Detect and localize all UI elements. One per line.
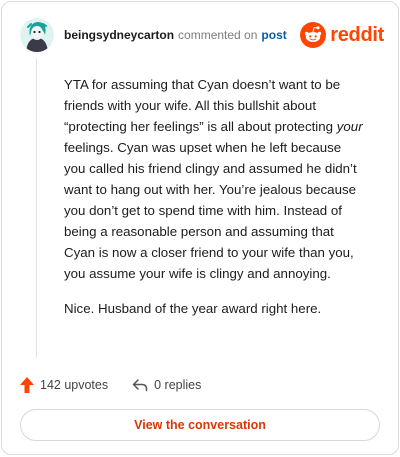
- reddit-wordmark: reddit: [330, 23, 384, 46]
- replies-button[interactable]: 0 replies: [132, 378, 201, 392]
- upvote-arrow-icon: [20, 377, 34, 393]
- thread-line: [36, 58, 37, 358]
- comment-paragraph: Nice. Husband of the year award right he…: [64, 301, 322, 316]
- reddit-brand[interactable]: reddit: [300, 22, 384, 48]
- comment-emphasis: your: [336, 119, 363, 134]
- embedded-comment-card: beingsydneycarton commented on post redd…: [1, 1, 399, 455]
- comment-header: beingsydneycarton commented on post redd…: [20, 18, 384, 52]
- user-avatar[interactable]: [20, 18, 54, 52]
- comment-actions: 142 upvotes 0 replies: [20, 374, 201, 396]
- post-link[interactable]: post: [261, 28, 286, 42]
- reply-count: 0 replies: [154, 378, 202, 392]
- reddit-snoo-icon: [300, 22, 327, 48]
- comment-paragraph: YTA for assuming that Cyan doesn’t want …: [64, 74, 364, 284]
- comment-text: YTA for assuming that Cyan doesn’t want …: [64, 77, 341, 134]
- upvote-count: 142 upvotes: [40, 378, 109, 392]
- username-link[interactable]: beingsydneycarton: [64, 28, 174, 42]
- reply-arrow-icon: [132, 379, 148, 392]
- comment-text: feelings. Cyan was upset when he left be…: [64, 140, 357, 281]
- comment-meta: beingsydneycarton commented on post: [64, 28, 287, 42]
- avatar-image: [20, 18, 54, 52]
- commented-on-text: commented on: [178, 28, 258, 42]
- upvote-button[interactable]: 142 upvotes: [20, 377, 108, 393]
- view-conversation-button[interactable]: View the conversation: [20, 409, 380, 441]
- comment-body: YTA for assuming that Cyan doesn’t want …: [64, 74, 364, 333]
